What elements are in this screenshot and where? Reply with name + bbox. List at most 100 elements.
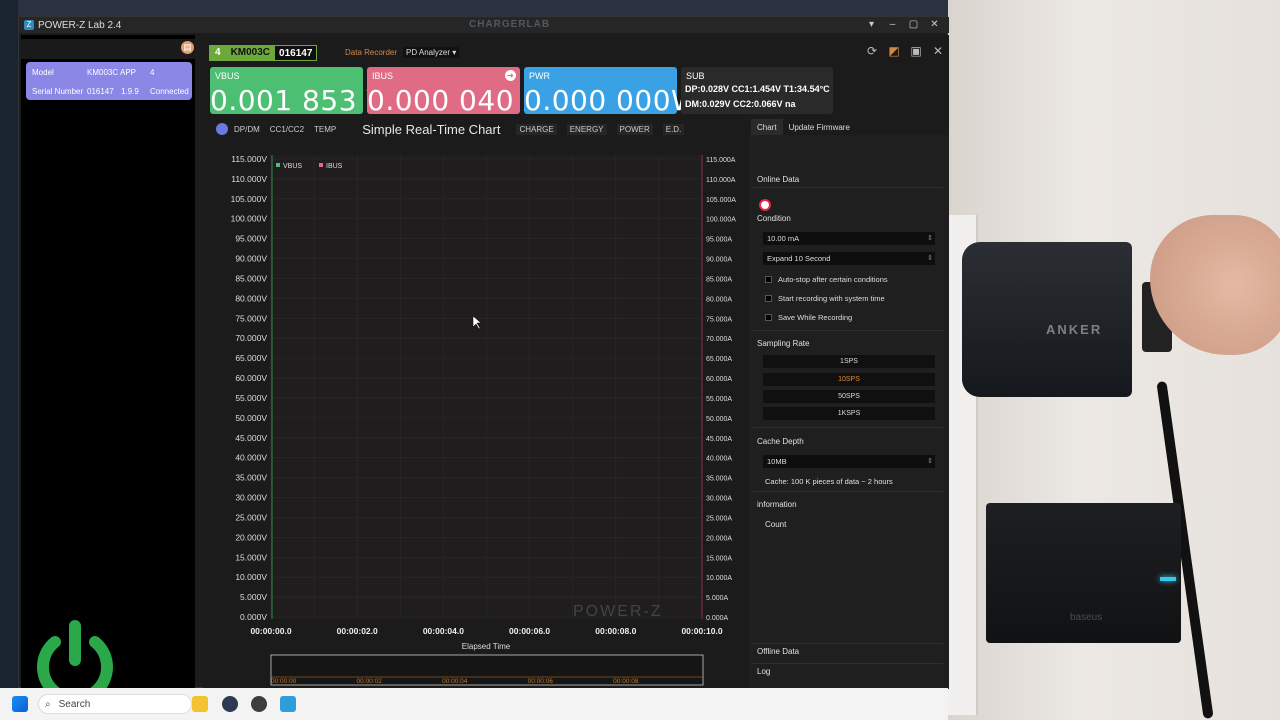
- record-button[interactable]: [759, 199, 771, 211]
- chart-mode-icon[interactable]: [216, 123, 228, 135]
- model-label: Model: [32, 67, 54, 77]
- title-bar: Z POWER-Z Lab 2.4 CHARGERLAB ▾ – ▢ ✕: [19, 17, 949, 33]
- powerz-taskbar-icon[interactable]: [280, 696, 296, 712]
- x-tick: 00:00:08.0: [595, 626, 636, 636]
- desktop-left: [0, 0, 18, 688]
- stepper-icon[interactable]: ⇕: [927, 232, 933, 245]
- y-left-tick: 60.000V: [235, 373, 267, 383]
- maximize-button[interactable]: ▢: [903, 17, 924, 33]
- offline-data-header[interactable]: Offline Data: [757, 647, 799, 656]
- tab-temp[interactable]: TEMP: [314, 125, 336, 134]
- y-right-tick: 35.000A: [706, 476, 732, 483]
- y-right-tick: 55.000A: [706, 396, 732, 403]
- checkbox-box[interactable]: [765, 314, 772, 321]
- y-right-tick: 10.000A: [706, 575, 732, 582]
- online-data-header[interactable]: Online Data: [757, 175, 799, 184]
- device-tag: 4 KM003C 016147: [209, 45, 318, 61]
- tab-data-recorder[interactable]: Data Recorder: [345, 48, 397, 57]
- y-right-tick: 115.000A: [706, 157, 736, 164]
- y-right-tick: 80.000A: [706, 296, 732, 303]
- save-recording-checkbox[interactable]: Save While Recording: [765, 313, 852, 322]
- taskbar-search[interactable]: ⌕ Search: [38, 694, 192, 714]
- baseus-led: [1160, 577, 1176, 581]
- app-label: APP: [120, 67, 137, 77]
- pwr-value: 0.000 000W: [524, 84, 700, 117]
- legend-ibus-swatch: [319, 163, 323, 167]
- y-left-tick: 35.000V: [235, 473, 267, 483]
- connection-status: Connected: [150, 86, 189, 96]
- overview-tick: 00:00:00: [271, 678, 297, 685]
- y-left-tick: 80.000V: [235, 293, 267, 303]
- device-number: 4: [209, 45, 227, 61]
- y-left-tick: 20.000V: [235, 532, 267, 542]
- pwr-label: PWR: [529, 71, 550, 81]
- log-header[interactable]: Log: [757, 667, 770, 676]
- system-time-checkbox[interactable]: Start recording with system time: [765, 294, 885, 303]
- legend-vbus: VBUS: [283, 163, 302, 170]
- cache-info: Cache: 100 K pieces of data ~ 2 hours: [765, 477, 893, 486]
- condition-value: 10.00 mA: [767, 234, 800, 243]
- search-icon: ⌕: [45, 698, 51, 710]
- sub-line-1: DP:0.028V CC1:1.454V T1:34.54°C: [685, 84, 830, 94]
- tab-energy[interactable]: ENERGY: [566, 123, 607, 135]
- minimize-button[interactable]: –: [882, 17, 903, 33]
- chart-icon[interactable]: ◩: [887, 44, 901, 58]
- sub-card: SUB DP:0.028V CC1:1.454V T1:34.54°C DM:0…: [681, 67, 833, 114]
- stepper-icon[interactable]: ⇕: [927, 455, 933, 468]
- auto-stop-checkbox[interactable]: Auto-stop after certain conditions: [765, 275, 888, 284]
- app-icon[interactable]: [222, 696, 238, 712]
- firmware-version: 1.9.9: [121, 86, 139, 96]
- rate-10sps[interactable]: 10SPS: [763, 373, 935, 386]
- tab-ed[interactable]: E.D.: [662, 123, 685, 135]
- close-button[interactable]: ✕: [924, 17, 945, 33]
- sub-label: SUB: [686, 71, 705, 81]
- y-right-tick: 90.000A: [706, 257, 732, 264]
- checkbox-box[interactable]: [765, 276, 772, 283]
- tab-cc1-cc2[interactable]: CC1/CC2: [270, 125, 304, 134]
- y-right-tick: 70.000A: [706, 336, 732, 343]
- y-left-tick: 110.000V: [231, 174, 267, 184]
- app-icon[interactable]: [251, 696, 267, 712]
- arrow-right-icon[interactable]: ➜: [505, 70, 516, 81]
- cache-depth-select[interactable]: 10MB ⇕: [763, 455, 935, 468]
- x-tick: 00:00:04.0: [423, 626, 464, 636]
- x-tick: 00:00:02.0: [337, 626, 378, 636]
- tab-dp-dm[interactable]: DP/DM: [234, 125, 260, 134]
- save-recording-label: Save While Recording: [778, 313, 853, 322]
- tab-charge[interactable]: CHARGE: [516, 123, 557, 135]
- chart-toolbar: DP/DM CC1/CC2 TEMP Simple Real-Time Char…: [210, 121, 730, 137]
- window-icon[interactable]: ▣: [909, 44, 923, 58]
- add-device-icon[interactable]: ▤: [181, 41, 194, 54]
- condition-input[interactable]: 10.00 mA ⇕: [763, 232, 935, 245]
- y-right-tick: 100.000A: [706, 217, 736, 224]
- y-left-tick: 105.000V: [231, 194, 268, 204]
- tab-pd-analyzer[interactable]: PD Analyzer ▾: [403, 47, 460, 58]
- y-left-tick: 5.000V: [240, 592, 267, 602]
- refresh-icon[interactable]: ⟳: [865, 44, 879, 58]
- ibus-label: IBUS: [372, 71, 394, 81]
- y-left-tick: 70.000V: [235, 333, 267, 343]
- y-left-tick: 65.000V: [235, 353, 267, 363]
- close-panel-icon[interactable]: ✕: [931, 44, 945, 58]
- tab-update-firmware[interactable]: Update Firmware: [782, 119, 856, 136]
- checkbox-box[interactable]: [765, 295, 772, 302]
- rate-1ksps[interactable]: 1KSPS: [763, 407, 935, 420]
- tab-chart[interactable]: Chart: [751, 119, 783, 136]
- rate-1sps[interactable]: 1SPS: [763, 355, 935, 368]
- device-card[interactable]: Model KM003C APP 4 Serial Number 016147 …: [26, 62, 192, 100]
- y-left-tick: 55.000V: [235, 393, 267, 403]
- y-right-tick: 5.000A: [706, 595, 729, 602]
- realtime-chart[interactable]: 115.000V 110.000V 105.000V 100.000V 95.000V 9…: [203, 139, 749, 689]
- stepper-icon[interactable]: ⇕: [927, 252, 933, 265]
- anker-charger: [962, 242, 1132, 397]
- y-left-tick: 40.000V: [235, 453, 267, 463]
- count-label: Count: [765, 520, 787, 529]
- expand-select[interactable]: Expand 10 Second ⇕: [763, 252, 935, 265]
- y-left-tick: 0.000V: [240, 612, 267, 622]
- windows-start-icon[interactable]: [12, 696, 28, 712]
- file-explorer-icon[interactable]: [192, 696, 208, 712]
- tab-power[interactable]: POWER: [616, 123, 653, 135]
- rate-50sps[interactable]: 50SPS: [763, 390, 935, 403]
- dropdown-icon[interactable]: ▾: [861, 17, 882, 33]
- x-tick: 00:00:10.0: [681, 626, 722, 636]
